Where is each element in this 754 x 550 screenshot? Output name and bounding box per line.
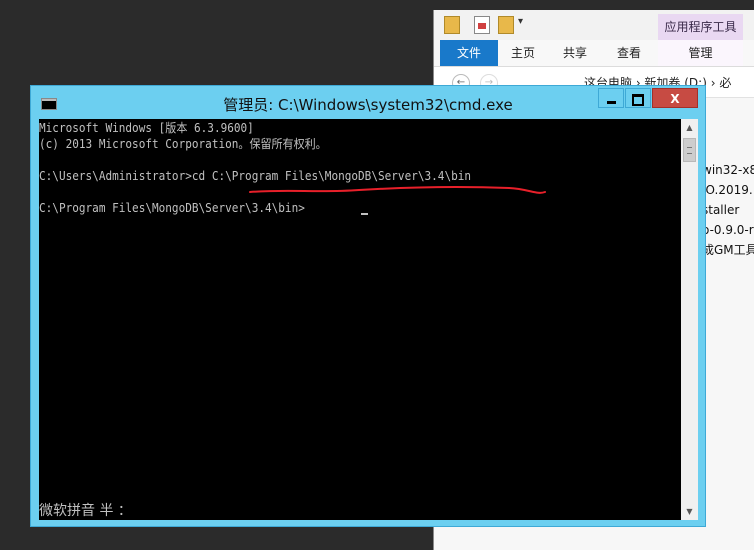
tab-home[interactable]: 主页 <box>498 40 548 66</box>
ime-status: 微软拼音 半 ： <box>39 503 132 519</box>
quick-access-toolbar: ▾ 应用程序工具 <box>434 10 754 40</box>
minimize-icon <box>606 101 616 104</box>
tab-manage[interactable]: 管理 <box>658 40 743 66</box>
list-item[interactable]: staller <box>702 200 754 220</box>
file-list: win32-x8 IO.2019. staller o-0.9.0-ro 成GM… <box>702 160 754 260</box>
console-output[interactable]: Microsoft Windows [版本 6.3.9600] (c) 2013… <box>39 119 681 520</box>
scroll-up-icon[interactable]: ▲ <box>681 119 698 136</box>
red-underline-annotation <box>249 185 546 194</box>
tab-share[interactable]: 共享 <box>550 40 600 66</box>
properties-icon[interactable] <box>474 16 490 34</box>
list-item[interactable]: o-0.9.0-ro <box>702 220 754 240</box>
ribbon-tabs: 文件 主页 共享 查看 管理 <box>434 40 754 67</box>
maximize-button[interactable] <box>625 88 651 108</box>
list-item[interactable]: IO.2019. <box>702 180 754 200</box>
new-folder-icon[interactable] <box>498 16 514 34</box>
console-line: Microsoft Windows [版本 6.3.9600] <box>39 121 254 135</box>
tab-file[interactable]: 文件 <box>440 40 498 66</box>
title-bar[interactable]: 管理员: C:\Windows\system32\cmd.exe X <box>31 86 705 119</box>
scroll-thumb[interactable] <box>683 138 696 162</box>
close-button[interactable]: X <box>652 88 698 108</box>
text-cursor <box>361 213 368 215</box>
console-line: C:\Program Files\MongoDB\Server\3.4\bin> <box>39 201 305 215</box>
maximize-icon <box>632 93 644 106</box>
list-item[interactable]: 成GM工具 <box>702 240 754 260</box>
qat-dropdown-icon[interactable]: ▾ <box>518 16 523 27</box>
minimize-button[interactable] <box>598 88 624 108</box>
scroll-down-icon[interactable]: ▼ <box>681 503 698 520</box>
list-item[interactable]: win32-x8 <box>702 160 754 180</box>
console-line: C:\Users\Administrator>cd C:\Program Fil… <box>39 169 472 183</box>
cmd-window: 管理员: C:\Windows\system32\cmd.exe X Micro… <box>30 85 706 527</box>
console-line: (c) 2013 Microsoft Corporation。保留所有权利。 <box>39 137 327 151</box>
tab-view[interactable]: 查看 <box>604 40 654 66</box>
vertical-scrollbar[interactable]: ▲ ▼ <box>681 119 698 520</box>
folder-icon[interactable] <box>444 16 460 34</box>
application-tools-tab[interactable]: 应用程序工具 <box>658 14 743 40</box>
